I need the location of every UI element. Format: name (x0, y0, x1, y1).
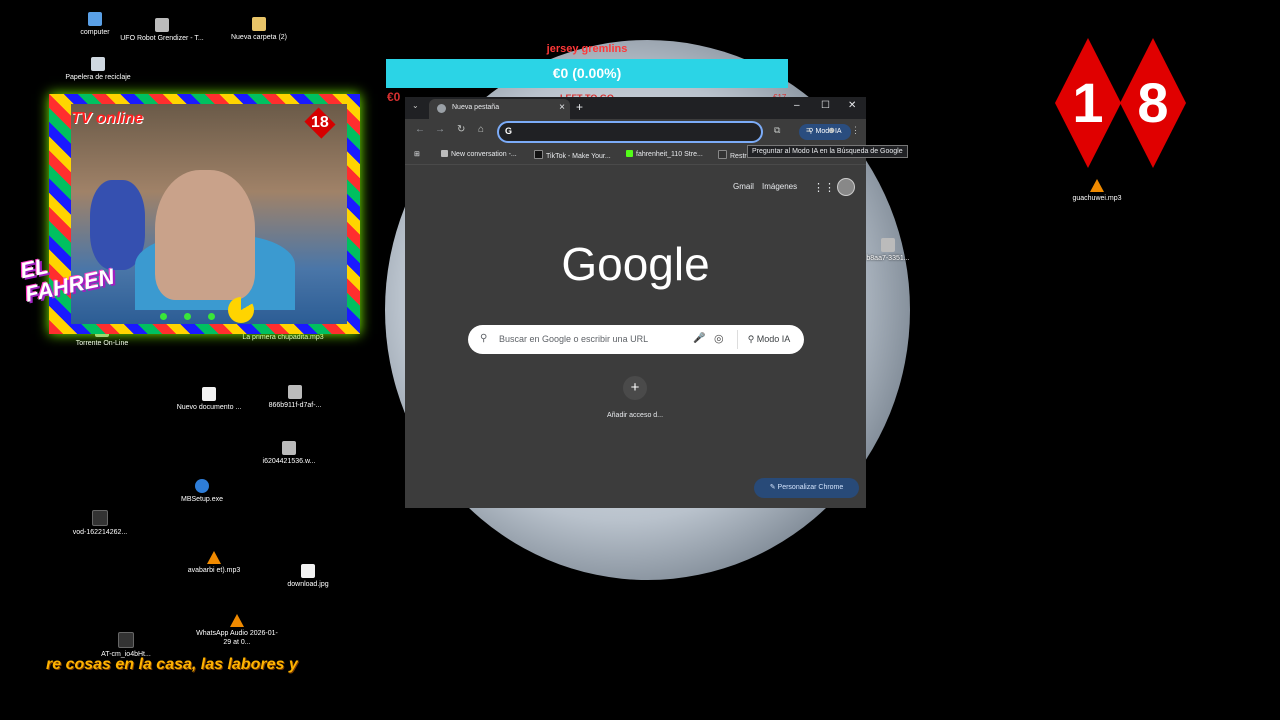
tab-close-icon[interactable]: × (559, 102, 565, 113)
image-file-icon (155, 18, 169, 32)
close-window-icon[interactable]: ✕ (848, 100, 856, 111)
bookmark-item[interactable]: New conversation -... (441, 150, 517, 158)
gmail-link[interactable]: Gmail (733, 182, 754, 191)
forward-icon[interactable]: → (435, 124, 445, 135)
menu-icon[interactable]: ⋮ (851, 125, 860, 136)
ticker-text: re cosas en la casa, las labores y (46, 656, 298, 673)
new-tab-button[interactable]: + (576, 100, 583, 114)
image-file-icon (881, 238, 895, 252)
computer-icon (88, 12, 102, 26)
desktop-icon-recycle-bin[interactable]: Papelera de reciclaje (56, 57, 140, 82)
desktop-icon-nuevo-documento[interactable]: Nuevo documento ... (167, 387, 251, 412)
chrome-favicon-icon (437, 104, 446, 113)
desktop-icon-at-cm[interactable]: AT-cm_io4bHt... (84, 632, 168, 659)
desktop-icon-866b911f[interactable]: 866b911f-d7af-... (253, 385, 337, 410)
goal-current: €0 (387, 90, 401, 104)
vlc-icon (230, 614, 244, 627)
goal-amount: €0 (0.00%) (552, 65, 622, 81)
google-g-icon: G (505, 126, 513, 136)
desktop-icon-download-jpg[interactable]: download.jpg (266, 564, 350, 589)
desktop-icon-avabarbi[interactable]: avabarbi et).mp3 (172, 551, 256, 575)
bookmark-item[interactable]: Restr (718, 150, 747, 160)
ai-mode-tooltip: Preguntar al Modo IA en la Búsqueda de G… (747, 145, 908, 158)
tv-online-label: TV online (71, 110, 143, 127)
pencil-icon: ✎ (769, 484, 778, 491)
video-file-icon (118, 632, 134, 648)
media-icon[interactable]: ≡ (806, 125, 811, 135)
desktop-icon-vod[interactable]: vod-162214262... (58, 510, 142, 537)
image-file-icon (301, 564, 315, 578)
tab-nueva-pestana[interactable]: Nueva pestaña × (429, 99, 570, 119)
back-icon[interactable]: ← (415, 124, 425, 135)
google-apps-icon[interactable]: ⋮⋮ (813, 181, 835, 194)
add-shortcut-button[interactable]: + (623, 376, 647, 400)
pacman-dots (160, 307, 232, 325)
goal-progress-bar: €0 (0.00%) (386, 59, 788, 88)
profile-icon[interactable]: ☻ (827, 125, 836, 135)
maximize-icon[interactable]: ☐ (821, 100, 830, 111)
lens-icon[interactable]: ◎ (714, 332, 724, 345)
desktop-icon-whatsapp-audio[interactable]: WhatsApp Audio 2026-01-29 at 0... (195, 614, 279, 647)
desktop-icon-nueva-carpeta[interactable]: Nueva carpeta (2) (217, 17, 301, 42)
extensions-icon[interactable]: ⧉ (774, 125, 780, 136)
bookmark-item[interactable]: fahrenheit_110 Stre... (626, 150, 703, 158)
toolbar: ← → ↻ ⌂ G ⚲ Modo IA ⧉ ≡ ☻ ⋮ (405, 119, 866, 144)
video-file-icon (92, 510, 108, 526)
address-bar[interactable]: G ⚲ Modo IA (499, 123, 851, 141)
installer-icon (195, 479, 209, 493)
age-badge-1: 1 (1055, 38, 1121, 168)
home-icon[interactable]: ⌂ (478, 124, 484, 135)
bookmark-item[interactable]: TikTok - Make Your... (534, 150, 611, 160)
tab-strip: ⌄ Nueva pestaña × + – ☐ ✕ (405, 97, 866, 119)
minimize-icon[interactable]: – (794, 100, 800, 111)
add-shortcut-label: Añadir acceso d... (606, 412, 664, 419)
chrome-window[interactable]: ⌄ Nueva pestaña × + – ☐ ✕ ← → ↻ ⌂ G ⚲ Mo… (405, 97, 866, 508)
search-placeholder: Buscar en Google o escribir una URL (499, 334, 649, 344)
reload-icon[interactable]: ↻ (457, 124, 465, 135)
streamer-face (155, 170, 255, 300)
search-box[interactable]: ⚲ Buscar en Google o escribir una URL 🎤 … (468, 325, 804, 354)
goal-title: jersey gremlins (546, 43, 628, 55)
search-ai-mode-button[interactable]: ⚲ Modo IA (737, 330, 800, 349)
search-icon: ⚲ (480, 333, 488, 344)
image-file-icon (288, 385, 302, 399)
document-icon (202, 387, 216, 401)
tab-search-icon[interactable]: ⌄ (412, 101, 419, 110)
desktop-icon-i6204421536[interactable]: i6204421536.w... (247, 441, 331, 466)
desktop-icon-guachuwei[interactable]: guachuwei.mp3 (1055, 179, 1139, 203)
account-avatar[interactable] (837, 178, 855, 196)
ai-search-icon: ⚲ (747, 334, 757, 344)
age-badge-8: 8 (1120, 38, 1186, 168)
image-file-icon (282, 441, 296, 455)
images-link[interactable]: Imágenes (762, 182, 797, 191)
vlc-icon (207, 551, 221, 564)
pacman-icon (228, 297, 254, 323)
apps-grid-icon[interactable]: ⊞ (414, 150, 420, 158)
desktop-icon-mbsetup[interactable]: MBSetup.exe (160, 479, 244, 504)
vlc-icon (1090, 179, 1104, 192)
customize-chrome-button[interactable]: ✎ Personalizar Chrome (754, 478, 859, 498)
microphone-icon[interactable]: 🎤 (693, 333, 705, 344)
desktop-icon-ufo-robot[interactable]: UFO Robot Grendizer - T... (120, 18, 204, 43)
folder-icon (252, 17, 266, 31)
google-logo: Google (561, 238, 710, 290)
recycle-bin-icon (91, 57, 105, 71)
